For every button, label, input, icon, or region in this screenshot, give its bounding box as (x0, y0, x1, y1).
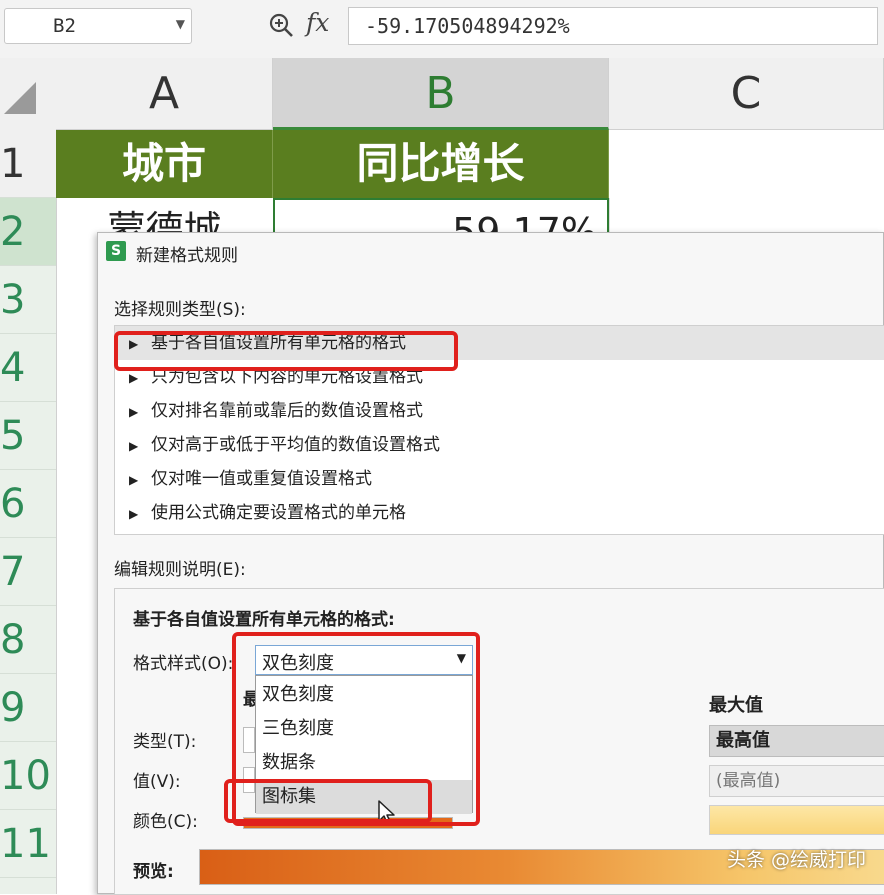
max-type-select[interactable]: 最高值 (709, 725, 884, 757)
watermark: 头条 @绘威打印 (726, 849, 866, 871)
highlight-rule-type (114, 331, 458, 371)
column-header-b[interactable]: B (273, 58, 609, 130)
row-header-1[interactable]: 1 (0, 130, 56, 198)
caret-right-icon: ▶ (129, 439, 139, 453)
rule-type-item[interactable]: ▶ 仅对唯一值或重复值设置格式 (115, 462, 884, 496)
format-style-label: 格式样式(O): (133, 654, 234, 674)
dialog-title: 新建格式规则 (136, 246, 238, 266)
row-header-3[interactable]: 3 (0, 266, 56, 334)
wps-app-icon: S (106, 241, 126, 261)
formula-value: -59.170504894292% (365, 14, 570, 38)
caret-right-icon: ▶ (129, 405, 139, 419)
caret-right-icon: ▶ (129, 473, 139, 487)
dialog-title-bar[interactable]: S 新建格式规则 (98, 233, 883, 271)
edit-rule-label: 编辑规则说明(E): (114, 560, 246, 580)
zoom-icon[interactable] (268, 12, 294, 38)
rule-type-item[interactable]: ▶ 仅对排名靠前或靠后的数值设置格式 (115, 394, 884, 428)
rule-type-label: 仅对排名靠前或靠后的数值设置格式 (151, 401, 423, 421)
select-all-corner[interactable] (0, 58, 57, 131)
row-header-9[interactable]: 9 (0, 674, 56, 742)
value-label: 值(V): (133, 772, 181, 792)
row-header-6[interactable]: 6 (0, 470, 56, 538)
row-header-2[interactable]: 2 (0, 198, 56, 266)
row-headers: 1 2 3 4 5 6 7 8 9 10 11 (0, 130, 57, 894)
new-format-rule-dialog: S 新建格式规则 选择规则类型(S): ▶ 基于各自值设置所有单元格的格式 ▶ 只为… (97, 232, 884, 895)
row-header-11[interactable]: 11 (0, 810, 56, 878)
caret-right-icon: ▶ (129, 507, 139, 521)
name-box-value: B2 (53, 15, 76, 37)
fx-icon[interactable]: fx (306, 8, 329, 37)
chevron-down-icon[interactable]: ▼ (176, 17, 185, 31)
select-rule-type-label: 选择规则类型(S): (114, 300, 246, 320)
type-label: 类型(T): (133, 732, 197, 752)
cell-a1[interactable]: 城市 (56, 130, 273, 198)
row-header-10[interactable]: 10 (0, 742, 56, 810)
formula-bar: B2 ▼ fx -59.170504894292% (0, 0, 884, 59)
rule-type-item[interactable]: ▶ 仅对高于或低于平均值的数值设置格式 (115, 428, 884, 462)
row-header-4[interactable]: 4 (0, 334, 56, 402)
highlight-icon-set-option (224, 779, 432, 823)
cell-b1[interactable]: 同比增长 (273, 130, 609, 198)
maximum-header: 最大值 (709, 695, 763, 716)
formula-input[interactable]: -59.170504894292% (348, 7, 878, 45)
row-header-8[interactable]: 8 (0, 606, 56, 674)
rule-type-label: 仅对唯一值或重复值设置格式 (151, 469, 372, 489)
column-header-c[interactable]: C (609, 58, 884, 130)
rule-type-label: 使用公式确定要设置格式的单元格 (151, 503, 406, 523)
preview-label: 预览: (133, 862, 174, 882)
max-value-input[interactable]: (最高值) (709, 765, 884, 797)
select-all-triangle-icon (4, 82, 36, 114)
rule-type-item[interactable]: ▶ 使用公式确定要设置格式的单元格 (115, 496, 884, 530)
row-header-5[interactable]: 5 (0, 402, 56, 470)
color-label: 颜色(C): (133, 812, 198, 832)
row-header-7[interactable]: 7 (0, 538, 56, 606)
description-title: 基于各自值设置所有单元格的格式: (133, 610, 395, 630)
column-header-a[interactable]: A (56, 58, 273, 130)
max-color-picker[interactable] (709, 805, 884, 835)
rule-type-label: 仅对高于或低于平均值的数值设置格式 (151, 435, 440, 455)
name-box[interactable]: B2 ▼ (4, 8, 192, 44)
